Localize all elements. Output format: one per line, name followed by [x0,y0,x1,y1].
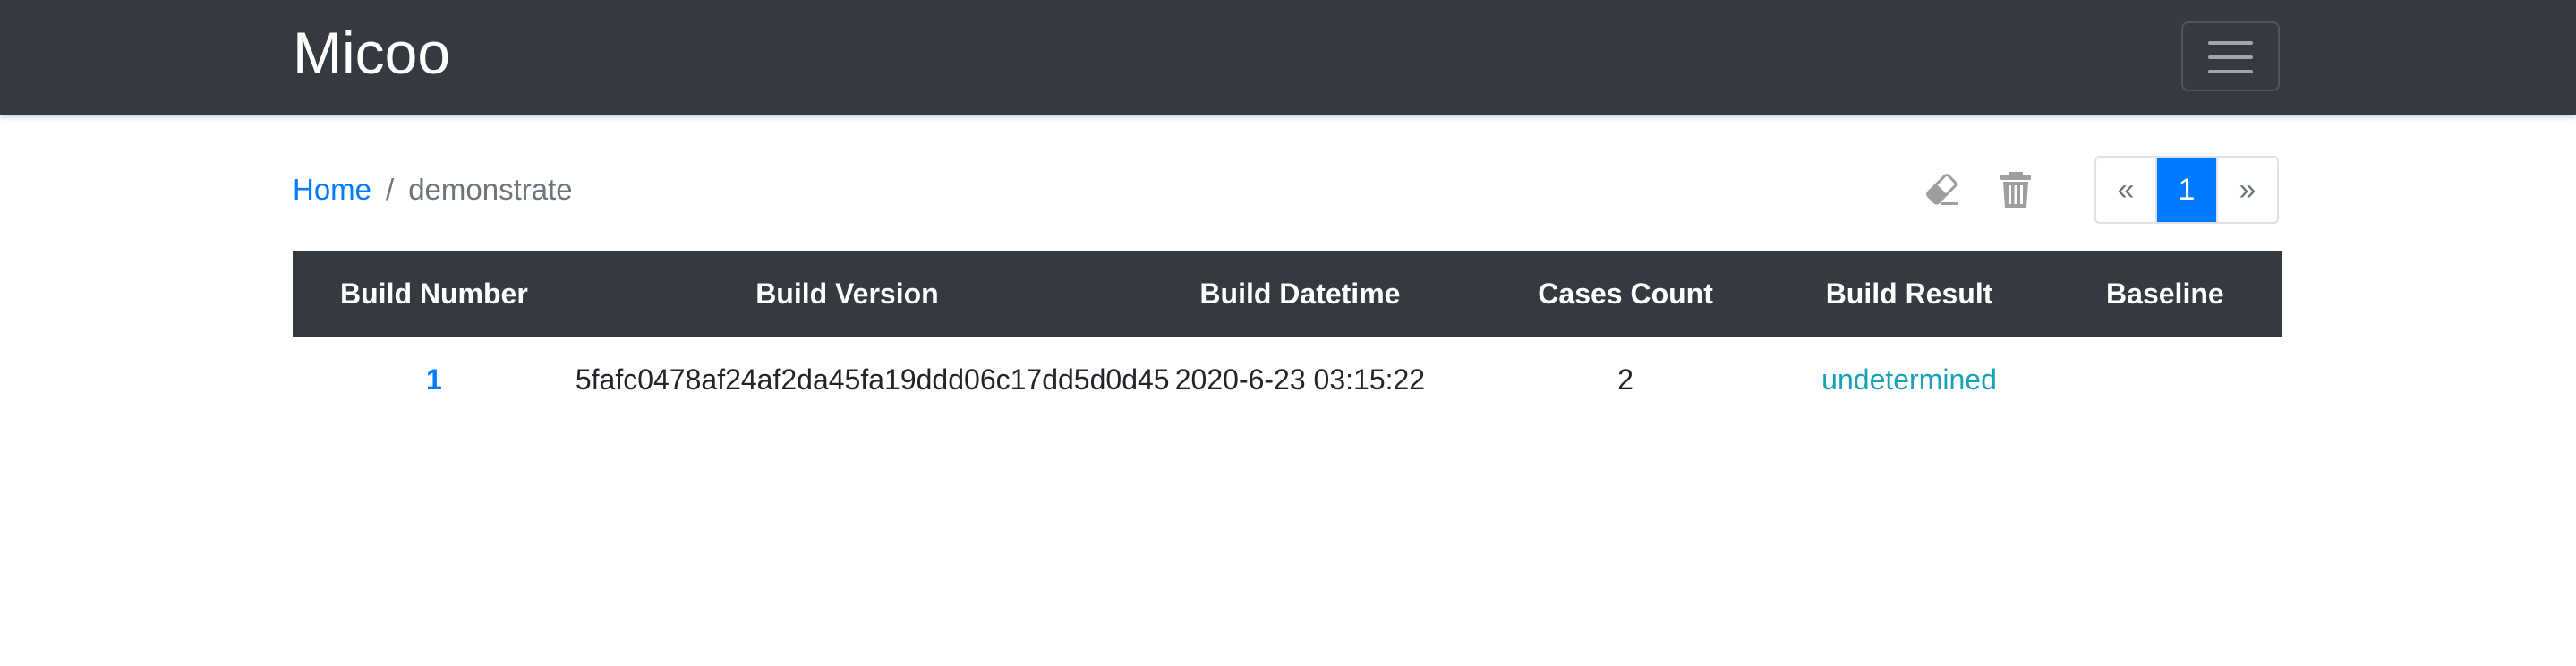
breadcrumb-separator: / [386,173,395,206]
header-cases-count: Cases Count [1480,251,1770,337]
hamburger-icon [2208,41,2253,45]
builds-table: Build Number Build Version Build Datetim… [293,251,2282,423]
cell-baseline [2049,337,2282,423]
header-baseline: Baseline [2048,251,2282,337]
eraser-icon[interactable] [1923,170,1962,209]
header-build-datetime: Build Datetime [1119,251,1481,337]
pagination: « 1 » [2094,156,2279,224]
hamburger-icon-middle [2208,56,2253,59]
breadcrumb-current: demonstrate [408,173,573,206]
pagination-next-button[interactable]: » [2216,158,2277,222]
pagination-prev-button[interactable]: « [2096,158,2157,222]
navbar-toggler-button[interactable] [2181,21,2280,91]
pagination-page-1[interactable]: 1 [2157,158,2216,222]
build-number-link[interactable]: 1 [426,363,442,396]
table-header-row: Build Number Build Version Build Datetim… [293,251,2282,337]
breadcrumb-home-link[interactable]: Home [293,168,371,211]
hamburger-icon-bottom [2208,70,2253,73]
breadcrumb: Home / demonstrate [293,168,573,211]
header-build-number: Build Number [293,251,576,337]
cell-cases-count: 2 [1617,363,1633,396]
table-row: 1 5fafc0478af24af2da45fa19ddd06c17dd5d0d… [293,337,2282,423]
top-navbar: Micoo [0,0,2576,115]
header-build-version: Build Version [575,251,1120,337]
brand-logo[interactable]: Micoo [293,16,450,90]
cell-build-version: 5fafc0478af24af2da45fa19ddd06c17dd5d0d45 [575,363,1170,396]
header-build-result: Build Result [1770,251,2049,337]
build-result-status: undetermined [1821,363,1997,396]
cell-build-datetime: 2020-6-23 03:15:22 [1174,363,1426,396]
cell-build-number: 1 [293,337,576,423]
cell-build-result: undetermined [1770,337,2048,423]
trash-icon[interactable] [1996,170,2035,209]
